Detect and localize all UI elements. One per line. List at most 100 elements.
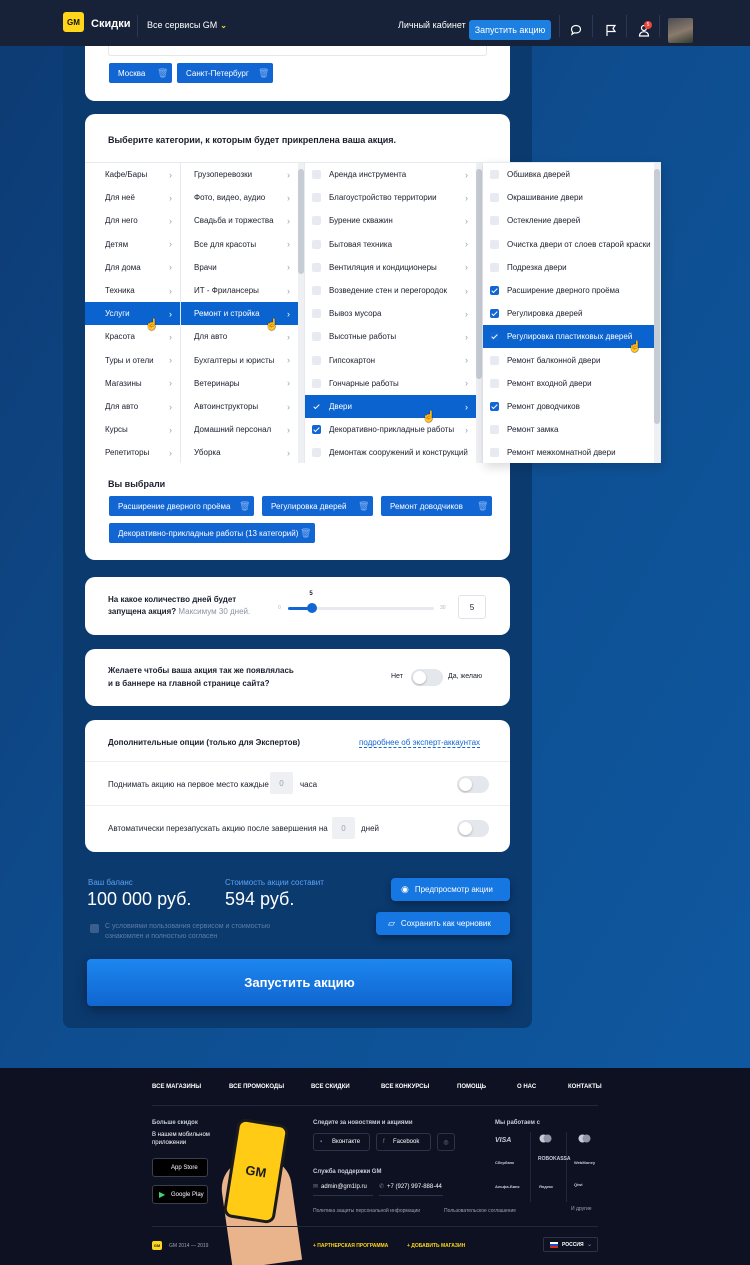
category-checkbox[interactable]: [490, 239, 499, 249]
column-scrollbar[interactable]: [654, 163, 660, 463]
column-scrollbar[interactable]: [298, 163, 304, 463]
category-item[interactable]: Ремонт и стройка ›: [181, 302, 304, 326]
category-item[interactable]: Фото, видео, аудио ›: [181, 186, 304, 209]
category-checkbox[interactable]: [490, 332, 499, 342]
category-item[interactable]: Красота ›: [85, 325, 180, 348]
category-item[interactable]: Бытовая техника ›: [305, 233, 482, 256]
category-checkbox[interactable]: [312, 286, 321, 295]
trash-icon[interactable]: 🗑: [157, 68, 168, 78]
column-scrollbar[interactable]: [476, 163, 482, 463]
category-item[interactable]: Туры и отели ›: [85, 349, 180, 372]
category-item[interactable]: Техника ›: [85, 279, 180, 302]
category-item[interactable]: Окрашивание двери: [483, 186, 660, 209]
category-item[interactable]: Демонтаж сооружений и конструкций ›: [305, 441, 482, 463]
category-item[interactable]: Для него ›: [85, 209, 180, 232]
scrollbar-thumb[interactable]: [298, 169, 304, 274]
category-checkbox[interactable]: [312, 448, 321, 458]
category-checkbox[interactable]: [312, 193, 321, 203]
category-item[interactable]: Ремонт входной двери: [483, 372, 660, 395]
country-select[interactable]: РОССИЯ ⌄: [543, 1237, 598, 1252]
category-checkbox[interactable]: [312, 309, 321, 319]
category-checkbox[interactable]: [312, 378, 321, 388]
preview-button[interactable]: ◉ Предпросмотр акции: [391, 878, 510, 901]
restart-days-input[interactable]: 0: [332, 817, 355, 839]
partner-program-link[interactable]: + ПАРТНЕРСКАЯ ПРОГРАММА: [313, 1243, 388, 1249]
category-checkbox[interactable]: [312, 402, 321, 411]
category-checkbox[interactable]: [490, 286, 499, 295]
category-item[interactable]: Курсы ›: [85, 418, 180, 441]
category-item[interactable]: Аренда инструмента ›: [305, 163, 482, 186]
vk-button[interactable]: ▪ Вконтакте: [313, 1133, 370, 1151]
category-item[interactable]: Благоустройство территории ›: [305, 186, 482, 209]
agreement-link[interactable]: Пользовательское соглашение: [444, 1208, 516, 1214]
category-checkbox[interactable]: [490, 425, 499, 435]
terms-checkbox[interactable]: [90, 924, 99, 933]
days-slider-thumb[interactable]: [307, 603, 318, 613]
category-checkbox[interactable]: [490, 402, 499, 411]
category-item[interactable]: Детям ›: [85, 233, 180, 256]
category-item[interactable]: Очистка двери от слоев старой краски: [483, 233, 660, 256]
trash-icon[interactable]: 🗑: [358, 501, 369, 511]
launch-promo-header-button[interactable]: Запустить акцию: [469, 20, 551, 40]
trash-icon[interactable]: 🗑: [300, 528, 311, 538]
banner-toggle[interactable]: [411, 669, 443, 686]
category-item[interactable]: Врачи ›: [181, 256, 304, 279]
category-item[interactable]: Ветеринары ›: [181, 372, 304, 395]
category-item[interactable]: Вентиляция и кондиционеры ›: [305, 256, 482, 279]
footer-nav-link[interactable]: ВСЕ МАГАЗИНЫ: [152, 1084, 201, 1090]
category-item[interactable]: Для авто ›: [85, 395, 180, 418]
category-checkbox[interactable]: [312, 332, 321, 342]
category-checkbox[interactable]: [490, 378, 499, 388]
brand-title[interactable]: Скидки: [91, 18, 130, 30]
category-checkbox[interactable]: [490, 193, 499, 203]
raise-toggle[interactable]: [457, 776, 489, 793]
privacy-link[interactable]: Политика защиты персональной информации: [313, 1208, 420, 1214]
expert-info-link[interactable]: подробнее об эксперт-аккаунтах: [359, 738, 481, 748]
restart-toggle[interactable]: [457, 820, 489, 837]
category-item[interactable]: Бурение скважин ›: [305, 209, 482, 232]
category-checkbox[interactable]: [312, 170, 321, 179]
support-email[interactable]: ✉ admin@gm1lp.ru: [313, 1178, 373, 1196]
category-checkbox[interactable]: [490, 309, 499, 319]
services-dropdown[interactable]: Все сервисы GM ⌄: [147, 20, 227, 30]
category-item[interactable]: Магазины ›: [85, 372, 180, 395]
category-item[interactable]: Ремонт межкомнатной двери: [483, 441, 660, 463]
days-slider-track[interactable]: 5: [288, 591, 434, 613]
category-item[interactable]: Ремонт доводчиков: [483, 395, 660, 418]
category-item[interactable]: Репетиторы ›: [85, 441, 180, 463]
selected-chip[interactable]: Ремонт доводчиков 🗑: [381, 496, 492, 516]
category-checkbox[interactable]: [312, 355, 321, 365]
category-item[interactable]: Подрезка двери: [483, 256, 660, 279]
footer-nav-link[interactable]: ВСЕ ПРОМОКОДЫ: [229, 1084, 284, 1090]
category-item[interactable]: Обшивка дверей: [483, 163, 660, 186]
selected-chip[interactable]: Регулировка дверей 🗑: [262, 496, 373, 516]
category-item[interactable]: Уборка ›: [181, 441, 304, 463]
category-item[interactable]: Свадьба и торжества ›: [181, 209, 304, 232]
footer-nav-link[interactable]: КОНТАКТЫ: [568, 1084, 602, 1090]
cabinet-link[interactable]: Личный кабинет: [398, 20, 466, 30]
footer-nav-link[interactable]: О НАС: [517, 1084, 536, 1090]
avatar[interactable]: [668, 18, 693, 43]
scrollbar-thumb[interactable]: [654, 169, 660, 424]
category-item[interactable]: Регулировка дверей: [483, 302, 660, 325]
category-checkbox[interactable]: [490, 448, 499, 458]
category-item[interactable]: Декоративно-прикладные работы ›: [305, 418, 482, 441]
category-item[interactable]: Расширение дверного проёма: [483, 279, 660, 302]
category-checkbox[interactable]: [490, 355, 499, 365]
category-checkbox[interactable]: [312, 425, 321, 435]
trash-icon[interactable]: 🗑: [258, 68, 269, 78]
category-item[interactable]: Для дома ›: [85, 256, 180, 279]
category-checkbox[interactable]: [312, 216, 321, 226]
launch-promo-button[interactable]: Запустить акцию: [87, 959, 512, 1006]
add-shop-link[interactable]: + ДОБАВИТЬ МАГАЗИН: [407, 1243, 465, 1249]
gm-logo[interactable]: GM: [63, 12, 84, 32]
footer-nav-link[interactable]: ПОМОЩЬ: [457, 1084, 486, 1090]
category-item[interactable]: Для авто ›: [181, 325, 304, 348]
category-checkbox[interactable]: [490, 170, 499, 179]
city-chip[interactable]: Санкт-Петербург 🗑: [177, 63, 273, 83]
footer-logo[interactable]: GM: [152, 1241, 162, 1250]
category-item[interactable]: Возведение стен и перегородок ›: [305, 279, 482, 302]
city-chip[interactable]: Москва 🗑: [109, 63, 172, 83]
support-phone[interactable]: ✆ +7 (927) 997-888-44: [379, 1178, 443, 1196]
googleplay-button[interactable]: ▶ Google Play: [152, 1185, 208, 1204]
